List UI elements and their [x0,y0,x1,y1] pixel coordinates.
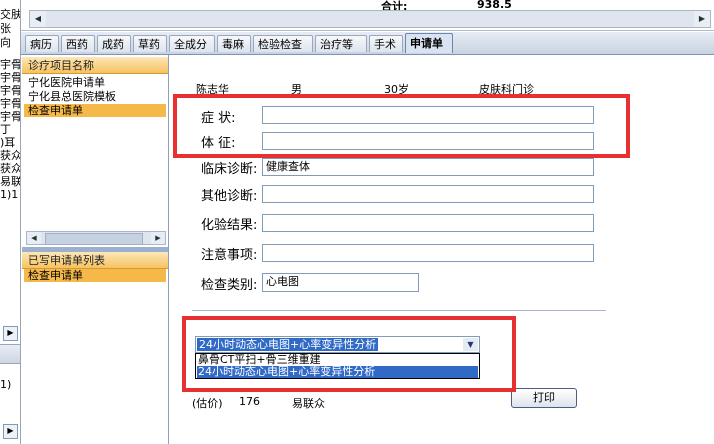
clipped-row[interactable]: 宇骨 [0,71,20,84]
price-label: (估价) [192,397,223,410]
scroll-right-icon[interactable]: ▶ [694,11,710,27]
tab-application-form[interactable]: 申请单 [405,33,453,53]
tab-surgery[interactable]: 手术 [369,35,403,52]
tab-narcotics[interactable]: 毒麻 [217,35,251,52]
clipped-row[interactable]: )耳 [0,136,20,149]
horizontal-scrollbar[interactable]: ◀ ▶ [26,231,166,245]
other-diagnosis-input[interactable] [262,185,594,203]
side-panel: 诊疗项目名称 宁化医院申请单 宁化县总医院模板 检查申请单 ◀ ▶ 已写申请单列… [22,55,169,444]
highlight-box [182,316,516,392]
other-diagnosis-label: 其他诊断: [201,189,258,204]
expand-arrow-icon[interactable]: ▶ [3,424,18,439]
treatment-items-header: 诊疗项目名称 [22,57,168,74]
clipped-row[interactable]: 宇骨 [0,58,20,71]
notice-input[interactable] [262,244,594,262]
scroll-right-icon[interactable]: ▶ [151,232,165,244]
clipped-row[interactable]: 宇骨 [0,110,20,123]
horizontal-scrollbar[interactable]: ◀ ▶ [29,10,711,28]
tab-patent-medicine[interactable]: 成药 [97,35,131,52]
clipped-row[interactable]: 1) [0,378,20,391]
clipped-row[interactable]: 丁 [0,123,20,136]
exam-category-label: 检查类别: [201,278,258,293]
clipped-row[interactable]: 向 [0,36,20,49]
list-item[interactable]: 宁化县总医院模板 [24,90,166,103]
tab-herbal-medicine[interactable]: 草药 [133,35,167,52]
notice-label: 注意事项: [201,248,258,263]
panel-separator [0,344,20,364]
exam-category-input[interactable]: 心电图 [262,273,419,292]
tab-treatment[interactable]: 治疗等 [315,35,367,52]
clipped-row[interactable]: 交肤 [0,8,20,21]
scroll-left-icon[interactable]: ◀ [30,11,46,27]
scroll-left-icon[interactable]: ◀ [27,232,41,244]
clipped-row[interactable]: 易联 [0,175,20,188]
lab-result-label: 化验结果: [201,218,258,233]
list-item[interactable]: 宁化医院申请单 [24,76,166,89]
price-value: 176 [239,395,260,408]
clinical-diagnosis-input[interactable]: 健康查体 [262,158,594,176]
doctor-name: 易联众 [292,397,325,410]
clipped-row[interactable]: 获众 [0,162,20,175]
tab-western-medicine[interactable]: 西药 [61,35,95,52]
clinical-diagnosis-label: 临床诊断: [201,162,258,177]
print-button[interactable]: 打印 [511,388,577,408]
clipped-row[interactable]: 宇骨 [0,97,20,110]
clipped-row[interactable]: 获众 [0,149,20,162]
application-form: 陈志华 男 30岁 皮肤科门诊 症 状: 体 征: 临床诊断: 健康查体 其他诊… [170,55,714,444]
expand-arrow-icon[interactable]: ▶ [3,326,18,341]
list-item-selected[interactable]: 检查申请单 [24,269,166,282]
total-bar: 合计: 938.5 ◀ ▶ [21,0,714,31]
clipped-row[interactable]: 宇骨 [0,84,20,97]
written-forms-header: 已写申请单列表 [22,252,168,269]
highlight-box [173,94,630,158]
divider [192,310,606,311]
scroll-thumb[interactable] [45,233,143,245]
tab-all-ingredients[interactable]: 全成分 [169,35,215,52]
left-clipped-panel: 交肤 张 向 宇骨 宇骨 宇骨 宇骨 宇骨 丁 )耳 获众 获众 易联 1)1 … [0,0,21,444]
tab-bar: 病历 西药 成药 草药 全成分 毒麻 检验检查 治疗等 手术 申请单 [21,32,714,55]
tab-medical-record[interactable]: 病历 [25,35,59,52]
tab-lab-exam[interactable]: 检验检查 [253,35,313,52]
list-item-selected[interactable]: 检查申请单 [24,104,166,117]
clipped-row[interactable]: 1)1 [0,188,20,201]
lab-result-input[interactable] [262,214,594,232]
clipped-row[interactable]: 张 [0,22,20,35]
